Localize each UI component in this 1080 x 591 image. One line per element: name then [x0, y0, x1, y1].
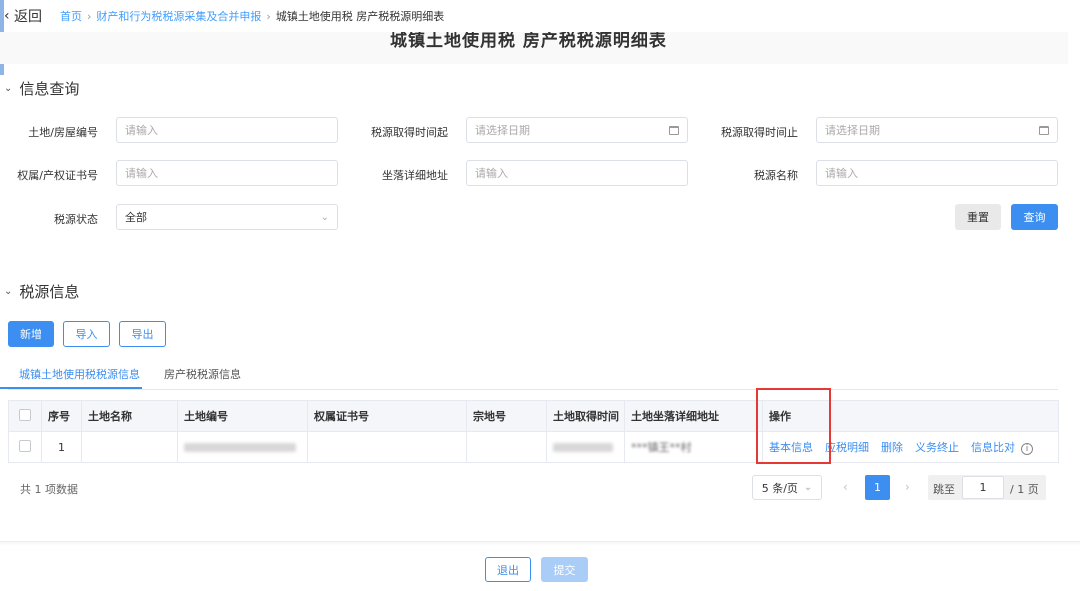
- status-label: 税源状态: [54, 213, 98, 226]
- cert-no-placeholder: 请输入: [125, 167, 158, 180]
- chevron-down-icon: ⌄: [4, 83, 13, 94]
- tab-property-tax[interactable]: 房产税税源信息: [164, 366, 241, 382]
- page-title-bar: 城镇土地使用税 房产税税源明细表: [0, 32, 1068, 64]
- chevron-down-icon: ⌄: [803, 482, 813, 493]
- back-arrow-icon[interactable]: ‹: [4, 8, 10, 24]
- col-land-name: 土地名称: [81, 400, 178, 432]
- col-cert-no: 权属证书号: [307, 400, 467, 432]
- prev-page-icon[interactable]: ‹: [843, 480, 848, 494]
- row-address: ***镇王**村: [624, 431, 763, 463]
- status-select[interactable]: 全部 ⌄: [116, 204, 338, 230]
- row-land-no: [177, 431, 308, 463]
- chevron-down-icon: ⌄: [4, 286, 13, 297]
- col-address: 土地坐落详细地址: [624, 400, 763, 432]
- address-placeholder: 请输入: [475, 167, 508, 180]
- acq-end-label: 税源取得时间止: [721, 126, 798, 139]
- submit-button[interactable]: 提交: [541, 557, 588, 582]
- row-acq-time: [546, 431, 625, 463]
- terminate-obligation-link[interactable]: 义务终止: [915, 441, 959, 454]
- export-button[interactable]: 导出: [119, 321, 166, 347]
- col-acq-time: 土地取得时间: [546, 400, 625, 432]
- active-tab-indicator: [0, 387, 142, 389]
- redacted-land-no: [184, 443, 296, 452]
- tab-land-use-tax[interactable]: 城镇土地使用税税源信息: [19, 366, 140, 382]
- source-name-input[interactable]: 请输入: [816, 160, 1058, 186]
- page-size-select[interactable]: 5 条/页 ⌄: [752, 475, 822, 500]
- source-name-placeholder: 请输入: [825, 167, 858, 180]
- page-1-button[interactable]: 1: [865, 475, 890, 500]
- row-cert-no: [307, 431, 467, 463]
- land-no-placeholder: 请输入: [125, 124, 158, 137]
- highlight-box: [756, 388, 831, 464]
- land-no-label: 土地/房屋编号: [28, 126, 98, 139]
- chevron-down-icon: ⌄: [320, 211, 329, 223]
- info-compare-link[interactable]: 信息比对: [971, 441, 1015, 454]
- cert-no-input[interactable]: 请输入: [116, 160, 338, 186]
- cert-no-label: 权属/产权证书号: [17, 169, 98, 182]
- col-parcel-no: 宗地号: [466, 400, 547, 432]
- calendar-icon: [669, 125, 679, 135]
- acq-end-date-input[interactable]: 请选择日期: [816, 117, 1058, 143]
- next-page-icon[interactable]: ›: [905, 480, 910, 494]
- reset-button[interactable]: 重置: [955, 204, 1001, 230]
- query-section-header[interactable]: ⌄ 信息查询: [4, 78, 79, 99]
- jump-label: 跳至: [933, 483, 955, 496]
- table-header-row: 序号 土地名称 土地编号 权属证书号 宗地号 土地取得时间 土地坐落详细地址 操…: [8, 400, 1059, 432]
- query-section-title: 信息查询: [19, 80, 80, 98]
- acq-start-date-input[interactable]: 请选择日期: [466, 117, 688, 143]
- top-bar: ‹ 返回 首页 › 财产和行为税税源采集及合并申报 › 城镇土地使用税 房产税税源明细表: [0, 0, 1080, 30]
- row-land-name: [81, 431, 178, 463]
- taxable-details-link[interactable]: 应税明细: [825, 441, 869, 454]
- table-row: 1 ***镇王**村 基本信息 应税明细 删除 义务终止 信息比对 i: [8, 431, 1059, 463]
- import-button[interactable]: 导入: [63, 321, 110, 347]
- back-button[interactable]: 返回: [14, 6, 42, 26]
- tax-source-table: 序号 土地名称 土地编号 权属证书号 宗地号 土地取得时间 土地坐落详细地址 操…: [8, 400, 1059, 463]
- tab-bar: 城镇土地使用税税源信息 房产税税源信息: [8, 358, 1058, 390]
- breadcrumb-home[interactable]: 首页: [60, 10, 82, 23]
- source-section-header[interactable]: ⌄ 税源信息: [4, 281, 79, 302]
- acq-start-placeholder: 请选择日期: [475, 124, 530, 137]
- page-size-value: 5 条/页: [761, 481, 798, 495]
- info-icon[interactable]: i: [1021, 443, 1033, 455]
- row-parcel-no: [466, 431, 547, 463]
- col-land-no: 土地编号: [177, 400, 308, 432]
- row-select-cell: [8, 431, 42, 463]
- exit-button[interactable]: 退出: [485, 557, 531, 582]
- land-no-input[interactable]: 请输入: [116, 117, 338, 143]
- redacted-acq-time: [553, 443, 613, 452]
- address-input[interactable]: 请输入: [466, 160, 688, 186]
- footer-shade: [0, 542, 1080, 546]
- breadcrumb-tax-collection[interactable]: 财产和行为税税源采集及合并申报: [96, 10, 261, 23]
- add-button[interactable]: 新增: [8, 321, 54, 347]
- breadcrumb-separator: ›: [87, 10, 92, 23]
- page-title: 城镇土地使用税 房产税税源明细表: [390, 32, 667, 51]
- acq-end-placeholder: 请选择日期: [825, 124, 880, 137]
- page-jump: 跳至 1 / 1 页: [928, 475, 1046, 500]
- select-all-checkbox[interactable]: [19, 408, 31, 421]
- col-index: 序号: [41, 400, 82, 432]
- breadcrumb-current: 城镇土地使用税 房产税税源明细表: [275, 10, 445, 23]
- status-value: 全部: [125, 211, 147, 224]
- source-section-title: 税源信息: [19, 283, 80, 301]
- query-button[interactable]: 查询: [1011, 204, 1058, 230]
- jump-input[interactable]: 1: [962, 476, 1004, 499]
- select-all-cell: [8, 400, 42, 432]
- redacted-address: ***镇王**村: [631, 441, 692, 454]
- row-checkbox[interactable]: [19, 439, 31, 452]
- total-count: 共 1 项数据: [20, 483, 78, 496]
- page-total: / 1 页: [1010, 483, 1039, 496]
- breadcrumb: 首页 › 财产和行为税税源采集及合并申报 › 城镇土地使用税 房产税税源明细表: [60, 8, 444, 24]
- acq-start-label: 税源取得时间起: [371, 126, 448, 139]
- calendar-icon: [1039, 125, 1049, 135]
- delete-link[interactable]: 删除: [881, 441, 903, 454]
- breadcrumb-separator: ›: [266, 10, 271, 23]
- address-label: 坐落详细地址: [382, 169, 448, 182]
- row-index: 1: [41, 431, 82, 463]
- source-name-label: 税源名称: [754, 169, 798, 182]
